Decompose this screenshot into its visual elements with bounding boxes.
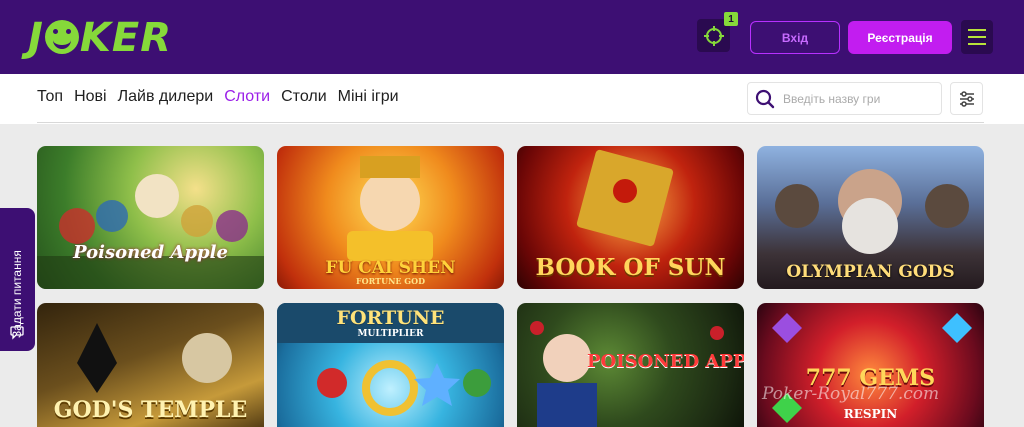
- game-title: POISONED APPLE 2: [587, 351, 744, 372]
- game-tile[interactable]: FU CAI SHEN FORTUNE GOD: [277, 146, 504, 289]
- register-button[interactable]: Реєстрація: [848, 21, 952, 54]
- search-input[interactable]: [783, 91, 933, 106]
- nav-divider: [37, 122, 984, 123]
- game-tile[interactable]: Poisoned Apple: [37, 146, 264, 289]
- category-nav: Топ Нові Лайв дилери Слоти Столи Міні іг…: [0, 74, 1024, 124]
- tab-new[interactable]: Нові: [74, 88, 107, 106]
- tab-tables[interactable]: Столи: [281, 88, 327, 106]
- login-button[interactable]: Вхід: [750, 21, 840, 54]
- game-tile[interactable]: OLYMPIAN GODS: [757, 146, 984, 289]
- notification-badge: 1: [724, 12, 738, 26]
- tab-slots[interactable]: Слоти: [224, 88, 270, 106]
- game-tile[interactable]: FORTUNE MULTIPLIER: [277, 303, 504, 427]
- tab-live-dealers[interactable]: Лайв дилери: [118, 88, 214, 106]
- game-title: FU CAI SHEN: [325, 258, 456, 278]
- game-title: Poisoned Apple: [73, 242, 228, 263]
- search-box: [747, 82, 942, 115]
- hamburger-menu-icon[interactable]: [961, 20, 993, 54]
- sliders-icon: [959, 90, 974, 107]
- joker-logo[interactable]: J KER: [28, 14, 172, 62]
- game-subtitle: FORTUNE GOD: [355, 276, 426, 286]
- ask-question-tab[interactable]: Задати питання: [0, 208, 35, 351]
- filter-button[interactable]: [950, 82, 983, 115]
- search-icon: [755, 89, 775, 108]
- game-title: GOD'S TEMPLE: [53, 397, 248, 423]
- tab-top[interactable]: Топ: [37, 88, 63, 106]
- chat-icon: [10, 326, 24, 340]
- smiley-icon: [44, 20, 79, 54]
- game-tile[interactable]: 777 GEMS RESPIN: [757, 303, 984, 427]
- category-tabs: Топ Нові Лайв дилери Слоти Столи Міні іг…: [37, 88, 399, 106]
- game-title: OLYMPIAN GODS: [786, 262, 955, 282]
- game-tile[interactable]: POISONED APPLE 2: [517, 303, 744, 427]
- game-tile[interactable]: BOOK OF SUN: [517, 146, 744, 289]
- crosshair-icon: [703, 25, 724, 46]
- game-art: [37, 174, 264, 289]
- watermark: Poker-Royal777.com: [762, 384, 940, 404]
- game-title: FORTUNE: [336, 307, 445, 329]
- tab-mini-games[interactable]: Міні ігри: [338, 88, 399, 106]
- game-subtitle: RESPIN: [843, 407, 898, 421]
- game-tile[interactable]: GOD'S TEMPLE: [37, 303, 264, 427]
- game-subtitle: MULTIPLIER: [357, 329, 424, 339]
- header: J KER 1 Вхід Реєстрація: [0, 0, 1024, 74]
- game-title: BOOK OF SUN: [535, 254, 726, 281]
